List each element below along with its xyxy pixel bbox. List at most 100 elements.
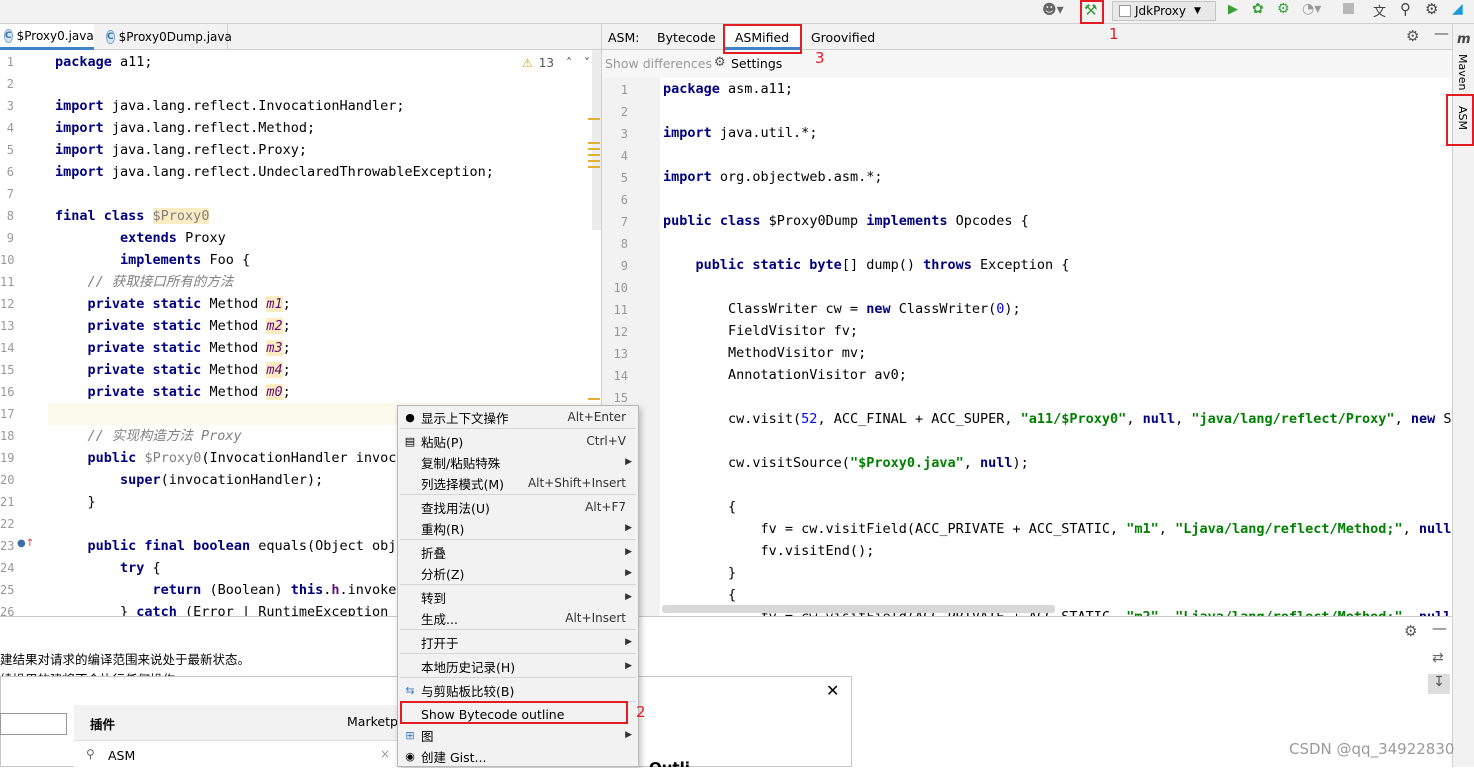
- tab-proxy0dump[interactable]: C $Proxy0Dump.java: [102, 24, 232, 50]
- line-number: 10: [613, 281, 628, 295]
- tab-label: $Proxy0.java: [16, 28, 94, 43]
- line-number: 14: [613, 369, 628, 383]
- translate-icon[interactable]: 文: [1373, 1, 1386, 20]
- inspection-widget[interactable]: ⚠ 13 ˄ ˅: [522, 56, 590, 70]
- menu-separator: [400, 539, 636, 540]
- diagram-icon: ⊞: [405, 728, 415, 742]
- line-number: 11: [0, 275, 15, 289]
- maven-m-icon: m: [1457, 32, 1471, 47]
- gear-icon[interactable]: ⚙: [1406, 27, 1419, 45]
- search-icon[interactable]: ⚲: [1400, 0, 1411, 18]
- line-number: 1: [6, 55, 14, 69]
- submenu-arrow-icon: ▶: [625, 637, 632, 647]
- plugin-search[interactable]: ⚲ ASM ×: [74, 741, 404, 768]
- menu-separator: [400, 494, 636, 495]
- menu-label: 显示上下文操作: [421, 410, 509, 426]
- line-number: 9: [620, 259, 628, 273]
- settings-gear-icon[interactable]: ⚙: [714, 55, 726, 70]
- left-scrollbar[interactable]: [592, 50, 601, 230]
- menu-shortcut: Alt+Enter: [567, 410, 626, 424]
- menu-label: 打开于: [421, 635, 459, 651]
- menu-item-refactor[interactable]: 重构(R) ▶: [398, 517, 638, 539]
- line-number: 4: [6, 121, 14, 135]
- menu-item-local-history[interactable]: 本地历史记录(H) ▶: [398, 655, 638, 677]
- editor-tab-bar: C $Proxy0.java C $Proxy0Dump.java: [0, 24, 602, 50]
- line-number: 8: [620, 237, 628, 251]
- line-number: 13: [613, 347, 628, 361]
- user-icon[interactable]: ☻▾: [1042, 2, 1064, 18]
- line-number: 21: [0, 495, 15, 509]
- menu-item-create-gist[interactable]: ◉ 创建 Gist...: [398, 745, 638, 767]
- horizontal-scrollbar[interactable]: [662, 605, 1055, 613]
- asmified-code[interactable]: package asm.a11; import java.util.*; imp…: [663, 78, 1452, 616]
- tab-label: $Proxy0Dump.java: [118, 30, 232, 44]
- show-differences-toggle[interactable]: Show differences: [605, 56, 712, 71]
- implemented-method-icon[interactable]: ●↑: [17, 538, 34, 549]
- debug-icon[interactable]: ✿: [1252, 1, 1264, 17]
- line-number: 2: [6, 77, 14, 91]
- clear-icon[interactable]: ×: [380, 747, 390, 761]
- submenu-arrow-icon: ▶: [625, 730, 632, 740]
- line-number: 1: [620, 83, 628, 97]
- clipboard-icon: ▤: [404, 434, 416, 448]
- menu-item-diagrams[interactable]: ⊞ 图 ▶: [398, 724, 638, 746]
- menu-separator: [400, 629, 636, 630]
- warning-stripe: [588, 398, 600, 400]
- scroll-end-icon[interactable]: ↧: [1428, 674, 1450, 694]
- submenu-arrow-icon: ▶: [625, 523, 632, 533]
- highlight-box-bytecode-outline: [400, 701, 628, 724]
- highlight-box-build: [1080, 0, 1104, 24]
- menu-item-find-usages[interactable]: 查找用法(U) Alt+F7: [398, 496, 638, 518]
- chevron-up-icon[interactable]: ˄: [566, 56, 572, 70]
- build-message: 建结果对请求的编译范围来说处于最新状态。: [0, 652, 251, 667]
- line-number: 12: [613, 325, 628, 339]
- gear-icon[interactable]: ⚙: [1404, 622, 1417, 640]
- run-config-select[interactable]: JdkProxy ▼: [1112, 1, 1216, 21]
- submenu-arrow-icon: ▶: [625, 547, 632, 557]
- wrap-icon[interactable]: ⇄: [1432, 650, 1444, 666]
- asm-title: ASM:: [608, 30, 640, 45]
- compare-icon: ⇆: [405, 683, 415, 697]
- minimize-icon[interactable]: —: [1434, 24, 1449, 42]
- watermark: CSDN @qq_34922830: [1289, 740, 1455, 758]
- bulb-icon: ●: [405, 410, 415, 424]
- menu-separator: [400, 584, 636, 585]
- menu-item-copy-paste-special[interactable]: 复制/粘贴特殊 ▶: [398, 451, 638, 473]
- line-number: 11: [613, 303, 628, 317]
- menu-label: 复制/粘贴特殊: [421, 455, 501, 471]
- settings-button[interactable]: Settings: [731, 56, 782, 71]
- gear-icon[interactable]: ⚙: [1425, 0, 1438, 18]
- plugins-tab[interactable]: 插件: [90, 714, 115, 733]
- coverage-icon[interactable]: ⚙: [1277, 1, 1290, 17]
- line-number: 5: [620, 171, 628, 185]
- menu-item-goto[interactable]: 转到 ▶: [398, 586, 638, 608]
- tab-proxy0[interactable]: C $Proxy0.java: [0, 24, 94, 50]
- left-input[interactable]: [0, 713, 67, 735]
- profile-icon[interactable]: ◔▾: [1302, 1, 1321, 17]
- stop-icon[interactable]: [1343, 3, 1354, 14]
- plugin-logo-icon[interactable]: ◢: [1452, 1, 1463, 17]
- menu-item-folding[interactable]: 折叠 ▶: [398, 541, 638, 563]
- line-number: 6: [6, 165, 14, 179]
- maven-tool-button[interactable]: Maven: [1456, 54, 1469, 90]
- menu-item-analyze[interactable]: 分析(Z) ▶: [398, 562, 638, 584]
- menu-item-paste[interactable]: ▤ 粘贴(P) Ctrl+V: [398, 430, 638, 452]
- menu-item-show-context-actions[interactable]: ● 显示上下文操作 Alt+Enter: [398, 406, 638, 428]
- marketplace-tab[interactable]: Marketp: [347, 714, 398, 729]
- marker-1: 1: [1109, 25, 1119, 43]
- tab-groovified[interactable]: Groovified: [811, 30, 875, 45]
- close-icon[interactable]: ✕: [826, 681, 839, 700]
- menu-item-generate[interactable]: 生成... Alt+Insert: [398, 607, 638, 629]
- line-number: 10: [0, 253, 15, 267]
- line-number: 14: [0, 341, 15, 355]
- warning-stripe: [588, 142, 600, 144]
- chevron-down-icon[interactable]: ˅: [584, 56, 590, 70]
- menu-item-open-in[interactable]: 打开于 ▶: [398, 631, 638, 653]
- line-number: 25: [0, 583, 15, 597]
- minimize-icon[interactable]: —: [1432, 619, 1447, 637]
- tab-bytecode[interactable]: Bytecode: [657, 30, 716, 45]
- menu-item-compare-clipboard[interactable]: ⇆ 与剪贴板比较(B): [398, 679, 638, 701]
- line-number: 12: [0, 297, 15, 311]
- run-icon[interactable]: ▶: [1228, 2, 1238, 17]
- menu-item-column-selection[interactable]: 列选择模式(M) Alt+Shift+Insert: [398, 472, 638, 494]
